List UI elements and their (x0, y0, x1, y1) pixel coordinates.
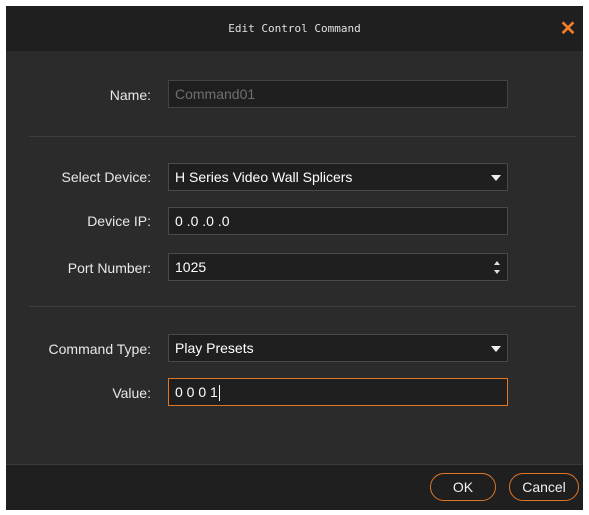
value-label: Value: (112, 385, 151, 401)
spin-down-icon[interactable] (494, 270, 500, 274)
port-number-value: 1025 (175, 259, 207, 275)
dialog-title: Edit Control Command (228, 22, 361, 35)
ok-button[interactable]: OK (430, 473, 496, 501)
device-ip-label: Device IP: (87, 213, 151, 229)
device-ip-value: 0 .0 .0 .0 (175, 213, 230, 229)
chevron-down-icon[interactable] (491, 346, 501, 352)
device-ip-field[interactable]: 0 .0 .0 .0 (168, 207, 508, 235)
name-field-text: Command01 (175, 86, 256, 102)
cancel-button[interactable]: Cancel (509, 473, 579, 501)
select-device-value: H Series Video Wall Splicers (175, 169, 353, 185)
dialog-footer: OK Cancel (6, 464, 583, 510)
close-icon[interactable]: ✕ (553, 14, 583, 44)
name-field: Command01 (168, 80, 508, 108)
text-caret (218, 385, 220, 402)
value-field[interactable]: 0 0 0 1 (168, 378, 508, 406)
divider (29, 306, 576, 307)
value-field-text: 0 0 0 1 (175, 384, 218, 400)
command-type-value: Play Presets (175, 340, 254, 356)
title-bar[interactable]: Edit Control Command ✕ (6, 6, 583, 51)
command-type-label: Command Type: (48, 341, 151, 357)
chevron-down-icon[interactable] (491, 175, 501, 181)
spin-up-icon[interactable] (494, 261, 500, 265)
select-device-dropdown[interactable]: H Series Video Wall Splicers (168, 163, 508, 191)
command-type-dropdown[interactable]: Play Presets (168, 334, 508, 362)
port-number-label: Port Number: (67, 260, 151, 276)
divider (29, 136, 576, 137)
name-label: Name: (109, 87, 151, 103)
select-device-label: Select Device: (61, 169, 151, 185)
edit-control-command-dialog: Edit Control Command ✕ Name: Command01 S… (6, 6, 583, 510)
port-number-spinbox[interactable]: 1025 (168, 253, 508, 281)
